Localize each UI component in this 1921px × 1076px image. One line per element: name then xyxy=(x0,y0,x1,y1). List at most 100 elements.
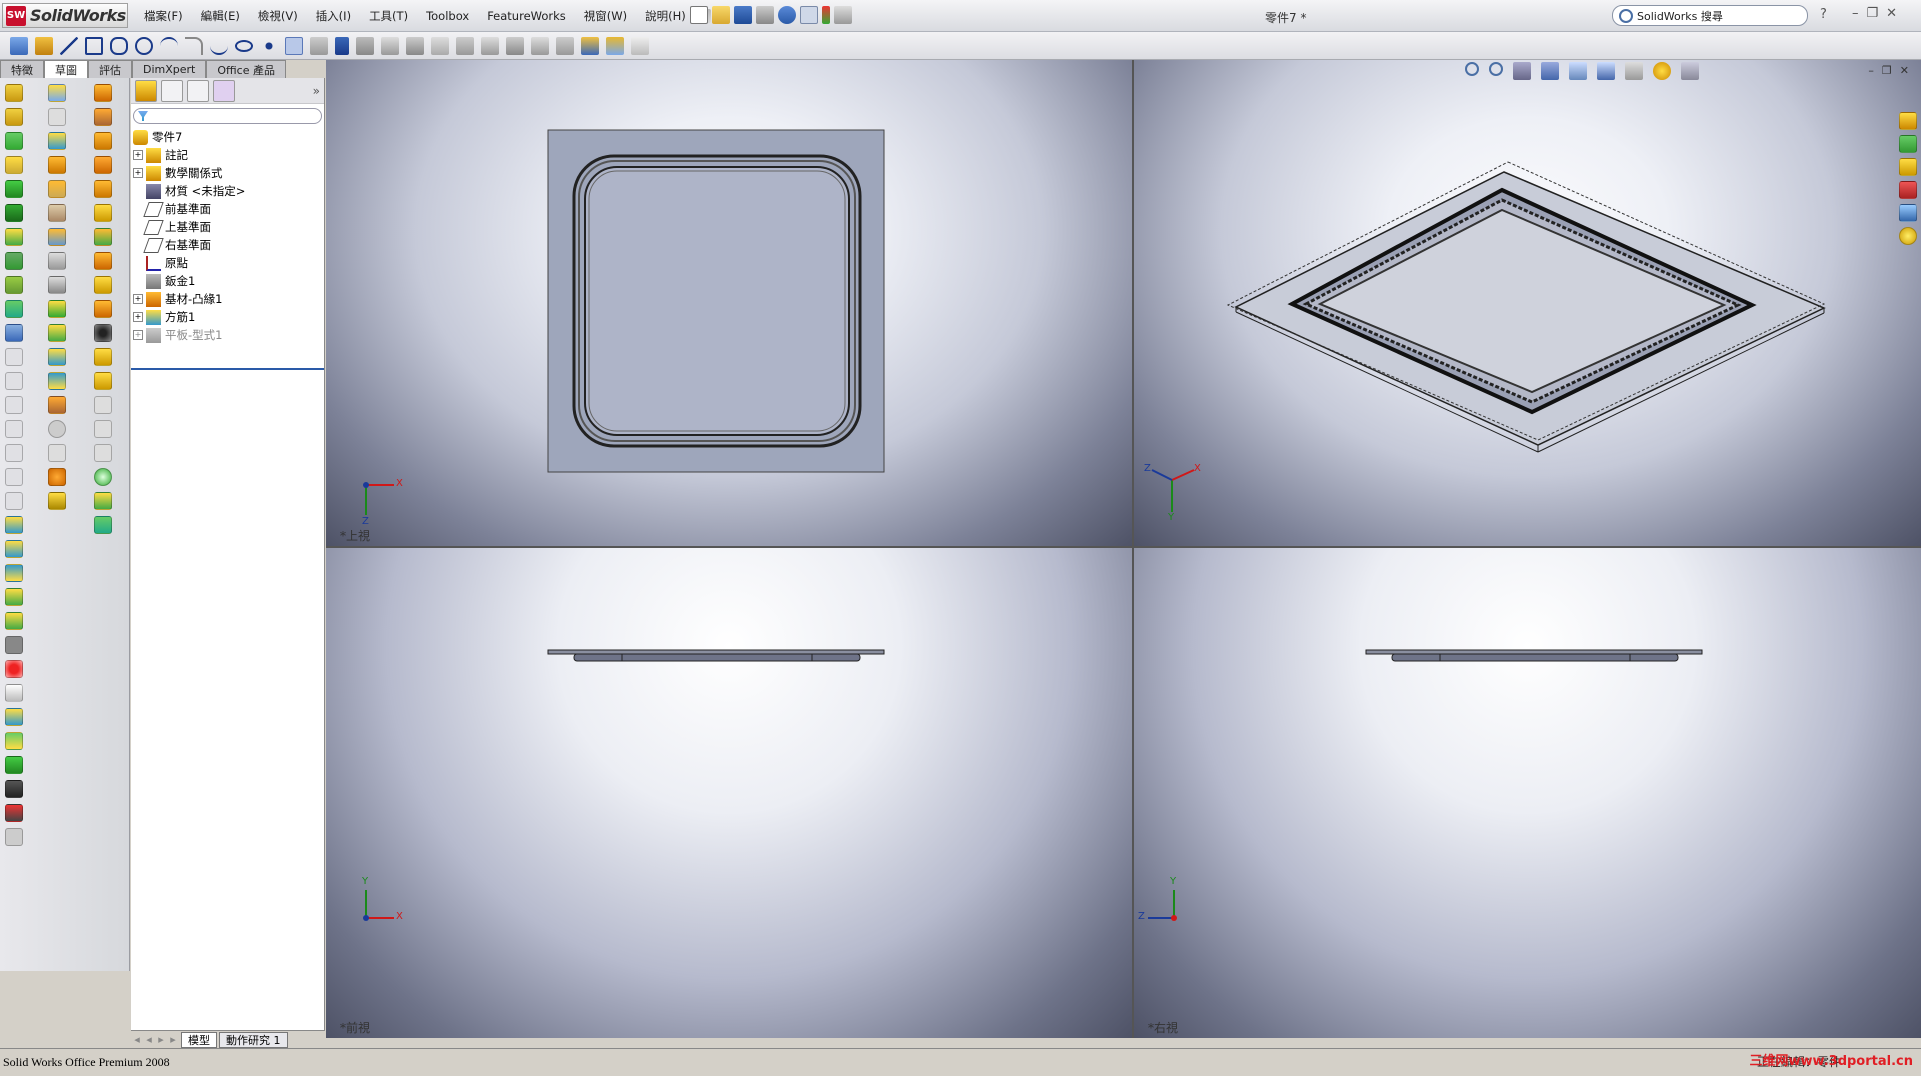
menu-featureworks[interactable]: FeatureWorks xyxy=(478,0,575,32)
break-corner-icon[interactable] xyxy=(94,180,112,198)
open-folder-icon[interactable] xyxy=(712,6,730,24)
dimension-tool-icon[interactable] xyxy=(5,540,23,558)
hidden-tool-1-icon[interactable] xyxy=(48,108,66,126)
ghost-tool-3-icon[interactable] xyxy=(5,396,23,414)
edit-appearance-icon[interactable] xyxy=(1653,62,1671,80)
tree-item[interactable]: + 方筋1 xyxy=(131,308,324,326)
macro-tool-icon[interactable] xyxy=(5,732,23,750)
rollback-bar[interactable] xyxy=(131,368,324,370)
expand-toggle-icon[interactable]: + xyxy=(133,330,143,340)
tree-item[interactable]: 前基準面 xyxy=(131,200,324,218)
tree-item[interactable]: + 數學關係式 xyxy=(131,164,324,182)
tree-item[interactable]: 右基準面 xyxy=(131,236,324,254)
plane-sketch-icon[interactable] xyxy=(285,36,303,55)
select-arrow-icon[interactable] xyxy=(800,6,818,24)
appearances-icon[interactable] xyxy=(1899,227,1917,245)
play-icon[interactable] xyxy=(5,756,23,774)
ghost-tool-7-icon[interactable] xyxy=(5,492,23,510)
camera-icon[interactable] xyxy=(5,780,23,798)
miter-flange-icon[interactable] xyxy=(94,108,112,126)
tab-tool-icon[interactable] xyxy=(94,276,112,294)
tree-item[interactable]: 上基準面 xyxy=(131,218,324,236)
viewport-right[interactable]: Y Z *右視 xyxy=(1134,548,1921,1038)
tab-office-products[interactable]: Office 產品 xyxy=(206,60,286,78)
tab-features[interactable]: 特徵 xyxy=(0,60,44,78)
flatten-icon[interactable] xyxy=(48,348,66,366)
tree-filter-input[interactable] xyxy=(133,108,322,124)
ghost-sm-3-icon[interactable] xyxy=(94,396,112,414)
light-tool-icon[interactable] xyxy=(5,828,23,846)
cosmetic-thread-icon[interactable] xyxy=(94,372,112,390)
search-input[interactable]: SolidWorks 搜尋 xyxy=(1637,8,1723,24)
tab-evaluate[interactable]: 評估 xyxy=(88,60,132,78)
arc-icon[interactable] xyxy=(160,36,178,55)
quick-snaps-icon[interactable] xyxy=(556,36,574,55)
vent-icon[interactable] xyxy=(48,492,66,510)
text-icon[interactable] xyxy=(335,36,349,55)
closed-corner-icon[interactable] xyxy=(48,252,66,270)
new-document-icon[interactable] xyxy=(690,6,708,24)
menu-help[interactable]: 說明(H) xyxy=(636,0,695,32)
ghost-tool-1-icon[interactable] xyxy=(5,348,23,366)
view-orientation-icon[interactable] xyxy=(1569,62,1587,80)
zoom-to-area-icon[interactable] xyxy=(1489,62,1503,76)
viewport-restore-button[interactable]: ❐ xyxy=(1882,64,1892,77)
tree-item[interactable]: 鈑金1 xyxy=(131,272,324,290)
edge-flange-icon[interactable] xyxy=(48,156,66,174)
edit-sketch-icon[interactable] xyxy=(5,516,23,534)
relations-icon[interactable] xyxy=(506,36,524,55)
restore-button[interactable]: ❐ xyxy=(1867,6,1879,21)
linear-pattern-icon[interactable] xyxy=(456,36,474,55)
sketch-picture-icon[interactable] xyxy=(631,36,649,55)
viewport-isometric[interactable]: X Z Y – ❐ ✕ xyxy=(1134,60,1921,546)
feature-tree-tab-icon[interactable] xyxy=(135,79,157,102)
design-library-icon[interactable] xyxy=(1899,135,1917,153)
display-tool-icon[interactable] xyxy=(5,564,23,582)
search-results-icon[interactable] xyxy=(1899,181,1917,199)
ellipse-icon[interactable] xyxy=(235,39,253,52)
smart-dimension-icon[interactable] xyxy=(35,36,53,55)
ghost-sm-1-icon[interactable] xyxy=(48,420,66,438)
revolve-boss-icon[interactable] xyxy=(5,108,23,126)
fillet-feature-icon[interactable] xyxy=(5,228,23,246)
render-tool-icon[interactable] xyxy=(5,804,23,822)
line-icon[interactable] xyxy=(60,36,78,55)
pattern-icon[interactable] xyxy=(5,252,23,270)
shell-icon[interactable] xyxy=(94,348,112,366)
mirror-icon[interactable] xyxy=(431,36,449,55)
corner-trim-icon[interactable] xyxy=(94,204,112,222)
loft-icon[interactable] xyxy=(5,156,23,174)
unfold-icon[interactable] xyxy=(48,300,66,318)
sphere-icon[interactable] xyxy=(94,468,112,486)
expand-toggle-icon[interactable]: + xyxy=(133,294,143,304)
spline-tool-icon[interactable] xyxy=(94,516,112,534)
swept-flange-icon[interactable] xyxy=(94,132,112,150)
graphics-area[interactable]: X Z *上視 X Z Y – ❐ ✕ Y X *前視 Y Z *右視 xyxy=(326,60,1921,1038)
split-line-icon[interactable] xyxy=(48,132,66,150)
menu-toolbox[interactable]: Toolbox xyxy=(417,0,478,32)
nav-first-icon[interactable]: ◂ xyxy=(131,1033,143,1046)
minimize-button[interactable]: – xyxy=(1852,6,1859,21)
tab-sketch[interactable]: 草圖 xyxy=(44,60,88,78)
print-icon[interactable] xyxy=(756,6,774,24)
trim-icon[interactable] xyxy=(356,36,374,55)
tab-motion-study[interactable]: 動作研究 1 xyxy=(219,1031,288,1048)
view-palette-icon[interactable] xyxy=(1899,204,1917,222)
macro-edit-icon[interactable] xyxy=(5,708,23,726)
simple-hole-icon[interactable] xyxy=(94,324,112,342)
zoom-to-fit-icon[interactable] xyxy=(1465,62,1479,76)
menu-file[interactable]: 檔案(F) xyxy=(135,0,192,32)
sweep-icon[interactable] xyxy=(5,132,23,150)
menu-view[interactable]: 檢視(V) xyxy=(249,0,307,32)
configuration-manager-tab-icon[interactable] xyxy=(187,79,209,102)
forming-tool-icon[interactable] xyxy=(48,468,66,486)
cut-extrude-icon[interactable] xyxy=(5,204,23,222)
extruded-cut-sm-icon[interactable] xyxy=(94,300,112,318)
jog-icon[interactable] xyxy=(48,204,66,222)
tree-item[interactable]: 原點 xyxy=(131,254,324,272)
sketch-mode-icon[interactable] xyxy=(5,324,23,342)
sketch-icon[interactable] xyxy=(10,36,28,55)
display-style-icon[interactable] xyxy=(1597,62,1615,80)
spline-icon[interactable] xyxy=(210,37,228,55)
macro-new-icon[interactable] xyxy=(5,684,23,702)
